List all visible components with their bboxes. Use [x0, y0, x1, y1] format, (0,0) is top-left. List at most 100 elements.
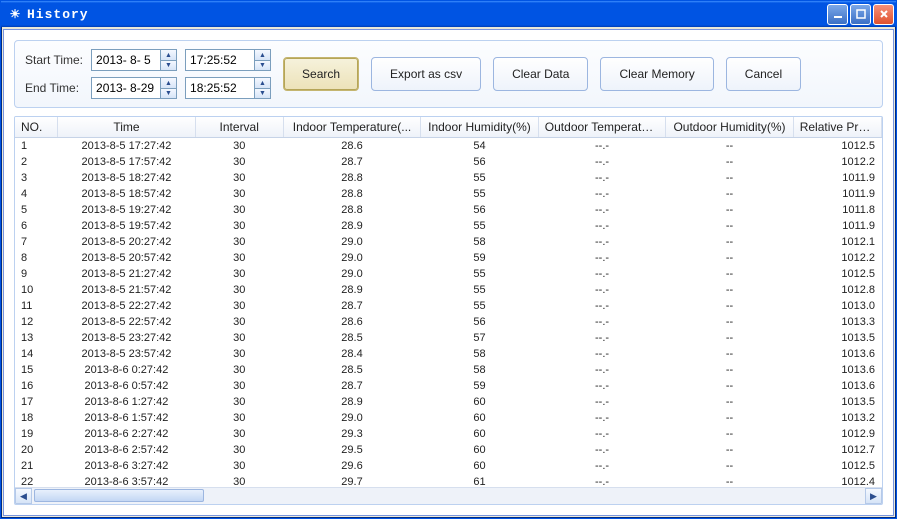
column-header-indoor-humidity[interactable]: Indoor Humidity(%): [421, 117, 539, 137]
spin-up-icon[interactable]: ▲: [254, 50, 270, 60]
spin-down-icon[interactable]: ▼: [160, 60, 176, 70]
clear-data-button[interactable]: Clear Data: [493, 57, 588, 91]
table-row[interactable]: 132013-8-5 23:27:423028.557--.---1013.5: [15, 330, 882, 346]
scroll-right-icon[interactable]: ▶: [865, 488, 882, 504]
cell-interval: 30: [196, 346, 284, 362]
column-header-no[interactable]: NO.: [15, 117, 58, 137]
table-row[interactable]: 22013-8-5 17:57:423028.756--.---1012.2: [15, 154, 882, 170]
column-header-indoor-temp[interactable]: Indoor Temperature(...: [284, 117, 421, 137]
cell-outtemp: --.-: [539, 170, 666, 186]
clear-memory-button[interactable]: Clear Memory: [600, 57, 713, 91]
start-date-spinner[interactable]: ▲▼: [91, 49, 177, 71]
column-header-outdoor-humidity[interactable]: Outdoor Humidity(%): [666, 117, 793, 137]
table-row[interactable]: 82013-8-5 20:57:423029.059--.---1012.2: [15, 250, 882, 266]
end-date-input[interactable]: [92, 78, 160, 98]
export-csv-button[interactable]: Export as csv: [371, 57, 481, 91]
scroll-track[interactable]: [32, 488, 865, 504]
spin-down-icon[interactable]: ▼: [160, 88, 176, 98]
cell-intemp: 28.5: [284, 362, 421, 378]
cell-interval: 30: [196, 298, 284, 314]
search-button[interactable]: Search: [283, 57, 359, 91]
table-row[interactable]: 182013-8-6 1:57:423029.060--.---1013.2: [15, 410, 882, 426]
table-row[interactable]: 122013-8-5 22:57:423028.656--.---1013.3: [15, 314, 882, 330]
cell-inhum: 55: [421, 266, 539, 282]
end-date-spinner[interactable]: ▲▼: [91, 77, 177, 99]
table-row[interactable]: 42013-8-5 18:57:423028.855--.---1011.9: [15, 186, 882, 202]
grid-body[interactable]: 12013-8-5 17:27:423028.654--.---1012.522…: [15, 138, 882, 487]
cell-outhum: --: [666, 202, 793, 218]
spin-up-icon[interactable]: ▲: [160, 50, 176, 60]
table-row[interactable]: 222013-8-6 3:57:423029.761--.---1012.4: [15, 474, 882, 487]
table-row[interactable]: 152013-8-6 0:27:423028.558--.---1013.6: [15, 362, 882, 378]
cell-press: 1013.6: [794, 346, 882, 362]
cell-outtemp: --.-: [539, 458, 666, 474]
start-time-input[interactable]: [186, 50, 254, 70]
cell-outhum: --: [666, 154, 793, 170]
cancel-button[interactable]: Cancel: [726, 57, 801, 91]
cell-no: 14: [15, 346, 58, 362]
cell-inhum: 58: [421, 234, 539, 250]
column-header-outdoor-temp[interactable]: Outdoor Temperatur...: [539, 117, 666, 137]
scroll-left-icon[interactable]: ◀: [15, 488, 32, 504]
cell-outhum: --: [666, 298, 793, 314]
data-grid: NO. Time Interval Indoor Temperature(...…: [14, 116, 883, 505]
column-header-time[interactable]: Time: [58, 117, 195, 137]
start-date-input[interactable]: [92, 50, 160, 70]
table-row[interactable]: 162013-8-6 0:57:423028.759--.---1013.6: [15, 378, 882, 394]
cell-outhum: --: [666, 170, 793, 186]
scroll-thumb[interactable]: [34, 489, 204, 502]
table-row[interactable]: 112013-8-5 22:27:423028.755--.---1013.0: [15, 298, 882, 314]
table-row[interactable]: 212013-8-6 3:27:423029.660--.---1012.5: [15, 458, 882, 474]
cell-intemp: 29.0: [284, 250, 421, 266]
app-icon: ☀: [7, 6, 23, 22]
cell-no: 17: [15, 394, 58, 410]
cell-press: 1012.1: [794, 234, 882, 250]
maximize-button[interactable]: [850, 4, 871, 25]
cell-no: 22: [15, 474, 58, 487]
table-row[interactable]: 72013-8-5 20:27:423029.058--.---1012.1: [15, 234, 882, 250]
table-row[interactable]: 52013-8-5 19:27:423028.856--.---1011.8: [15, 202, 882, 218]
cell-time: 2013-8-5 17:27:42: [58, 138, 195, 154]
close-button[interactable]: [873, 4, 894, 25]
table-row[interactable]: 12013-8-5 17:27:423028.654--.---1012.5: [15, 138, 882, 154]
cell-intemp: 29.5: [284, 442, 421, 458]
cell-time: 2013-8-5 21:57:42: [58, 282, 195, 298]
cell-interval: 30: [196, 218, 284, 234]
table-row[interactable]: 62013-8-5 19:57:423028.955--.---1011.9: [15, 218, 882, 234]
cell-intemp: 28.8: [284, 202, 421, 218]
table-row[interactable]: 142013-8-5 23:57:423028.458--.---1013.6: [15, 346, 882, 362]
horizontal-scrollbar[interactable]: ◀ ▶: [15, 487, 882, 504]
table-row[interactable]: 92013-8-5 21:27:423029.055--.---1012.5: [15, 266, 882, 282]
cell-intemp: 29.3: [284, 426, 421, 442]
titlebar[interactable]: ☀ History: [1, 1, 896, 27]
table-row[interactable]: 172013-8-6 1:27:423028.960--.---1013.5: [15, 394, 882, 410]
spin-up-icon[interactable]: ▲: [254, 78, 270, 88]
spin-up-icon[interactable]: ▲: [160, 78, 176, 88]
cell-outhum: --: [666, 410, 793, 426]
start-time-spinner[interactable]: ▲▼: [185, 49, 271, 71]
cell-inhum: 55: [421, 282, 539, 298]
minimize-button[interactable]: [827, 4, 848, 25]
cell-inhum: 60: [421, 442, 539, 458]
end-time-input[interactable]: [186, 78, 254, 98]
cell-press: 1013.2: [794, 410, 882, 426]
cell-press: 1012.5: [794, 266, 882, 282]
column-header-interval[interactable]: Interval: [196, 117, 284, 137]
table-row[interactable]: 32013-8-5 18:27:423028.855--.---1011.9: [15, 170, 882, 186]
spin-down-icon[interactable]: ▼: [254, 60, 270, 70]
cell-intemp: 28.7: [284, 298, 421, 314]
column-header-pressure[interactable]: Relative Pressu: [794, 117, 882, 137]
table-row[interactable]: 102013-8-5 21:57:423028.955--.---1012.8: [15, 282, 882, 298]
cell-intemp: 28.4: [284, 346, 421, 362]
cell-intemp: 29.0: [284, 234, 421, 250]
cell-no: 8: [15, 250, 58, 266]
cell-time: 2013-8-6 0:57:42: [58, 378, 195, 394]
table-row[interactable]: 202013-8-6 2:57:423029.560--.---1012.7: [15, 442, 882, 458]
cell-no: 15: [15, 362, 58, 378]
cell-interval: 30: [196, 138, 284, 154]
cell-outhum: --: [666, 458, 793, 474]
cell-outtemp: --.-: [539, 202, 666, 218]
spin-down-icon[interactable]: ▼: [254, 88, 270, 98]
end-time-spinner[interactable]: ▲▼: [185, 77, 271, 99]
table-row[interactable]: 192013-8-6 2:27:423029.360--.---1012.9: [15, 426, 882, 442]
